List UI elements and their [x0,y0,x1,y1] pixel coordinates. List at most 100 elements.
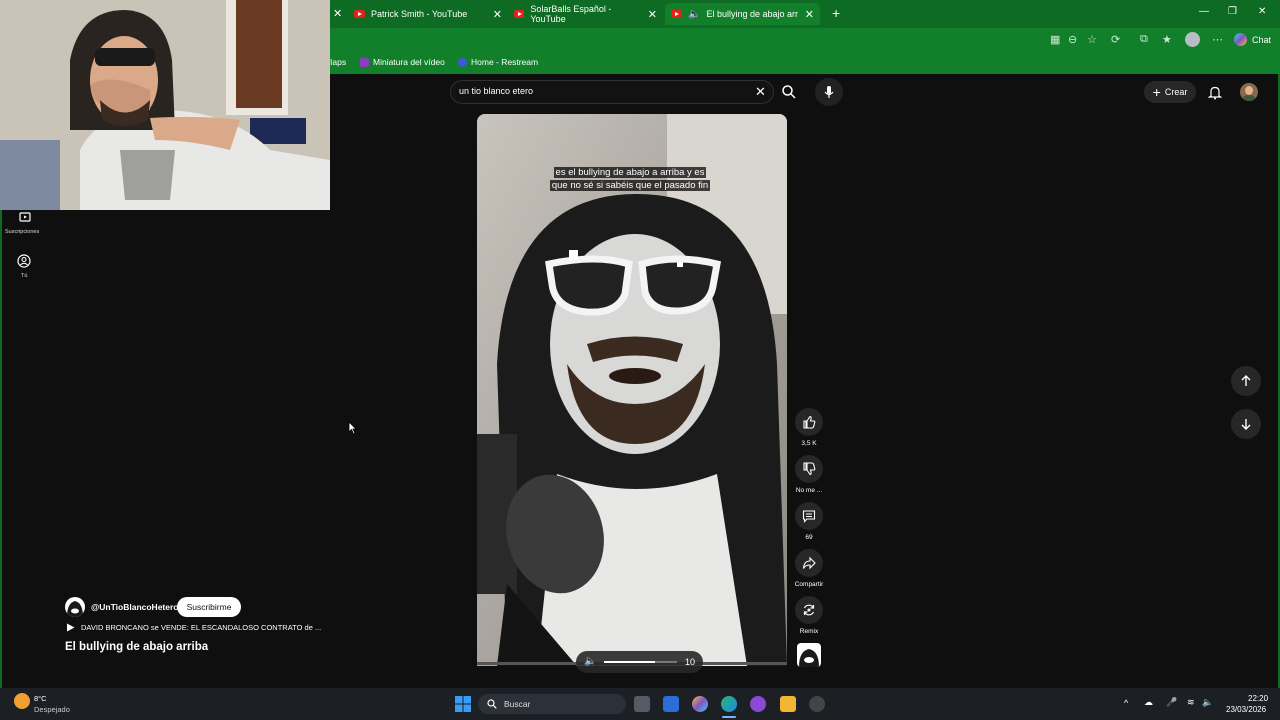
dislike-button[interactable] [795,455,823,483]
comments-count: 69 [805,534,813,541]
subscriptions-icon [19,212,31,222]
bookmark-restream[interactable]: Home - Restream [458,57,538,67]
share-button[interactable] [795,549,823,577]
bookmark-label: Home - Restream [471,57,539,67]
caption-line: es el bullying de abajo a arriba y es [553,167,707,178]
speaker-icon: 🔈 [688,8,701,20]
bookmark-favicon-icon [458,57,467,67]
apps-icon[interactable]: ▦ [1050,33,1060,46]
remix-icon [803,604,815,616]
wifi-icon[interactable]: ≋ [1187,697,1195,708]
bell-icon [1207,86,1223,100]
tab-bullying[interactable]: 🔈 El bullying de abajo arriba - Y ✕ [665,3,820,25]
plus-icon: + [1152,84,1161,100]
active-app-indicator [722,716,736,718]
restore-icon[interactable]: ❐ [1228,6,1237,17]
user-avatar[interactable] [1240,83,1258,101]
like-count: 3,5 K [801,440,817,447]
channel-logo-icon [799,649,819,667]
tab-solarballs[interactable]: SolarBalls Español - YouTube ✕ [508,3,663,25]
app-icon[interactable] [809,696,825,712]
bookmark-miniatura[interactable]: Miniatura del vídeo [360,57,445,67]
channel-thumbnail[interactable] [797,643,821,667]
tab-title: SolarBalls Español - YouTube [530,4,612,24]
volume-control[interactable]: 🔈 10 [576,651,703,673]
copilot-app-icon[interactable] [692,696,708,712]
tray-cloud-icon[interactable]: ☁ [1144,697,1153,708]
short-video-player[interactable] [477,114,787,666]
previous-short-button[interactable] [1231,366,1261,396]
arrow-up-icon [1241,375,1251,386]
weather-desc: Despejado [34,705,70,714]
tab-title: El bullying de abajo arriba - Y [706,9,799,19]
tray-chevron-icon[interactable]: ^ [1124,698,1128,708]
clock-date[interactable]: 23/03/2026 [1226,705,1266,714]
related-video-link[interactable]: DAVID BRONCANO se VENDE: EL ESCANDALOSO … [66,623,321,632]
clock-time[interactable]: 22:20 [1248,694,1268,703]
zoom-icon[interactable]: ⊖ [1068,33,1077,46]
taskbar-search[interactable]: Buscar [478,694,626,714]
notifications-button[interactable] [1207,85,1223,105]
clear-search-icon[interactable]: ✕ [755,84,766,100]
mouse-cursor-icon [348,421,357,435]
video-caption: es el bullying de abajo a arriba y es qu… [542,166,718,192]
favorites-icon[interactable]: ★ [1162,33,1172,46]
tab-close-icon[interactable]: ✕ [333,7,342,20]
channel-avatar[interactable] [65,597,85,617]
sidebar-item-you[interactable] [17,254,31,273]
search-button[interactable] [781,84,797,105]
remix-label: Remix [799,628,819,635]
close-window-icon[interactable]: ✕ [1258,6,1266,17]
sidebar-item-subscriptions[interactable] [10,210,40,229]
profile-avatar[interactable] [1185,32,1200,47]
sidebar-item-label: Tú [21,273,28,279]
you-icon [17,254,31,268]
tab-title: Patrick Smith - YouTube [371,9,468,19]
search-input[interactable]: un tio blanco etero [459,86,533,96]
weather-icon[interactable] [14,693,30,709]
thumbs-down-icon [803,462,816,476]
more-icon[interactable]: ⋯ [1212,33,1223,46]
copilot-icon[interactable] [1234,33,1247,46]
store-icon[interactable] [663,696,679,712]
subscribe-button[interactable]: Suscribirme [177,597,241,617]
channel-handle[interactable]: @UnTioBlancoHetero [91,602,178,612]
search-icon [487,699,497,709]
browser-tab-bar: ✕ Patrick Smith - YouTube ✕ SolarBalls E… [330,0,1280,28]
start-button[interactable] [455,696,471,717]
volume-slider[interactable] [604,661,677,663]
edge-icon[interactable] [721,696,737,712]
tab-close-icon[interactable]: ✕ [805,8,814,21]
tab-close-icon[interactable]: ✕ [493,8,502,21]
new-tab-icon[interactable]: + [832,5,840,21]
file-explorer-icon[interactable] [780,696,796,712]
volume-icon[interactable]: 🔈 [584,656,596,667]
tab-close-icon[interactable]: ✕ [648,8,657,21]
bookmark-favicon-icon [360,57,369,67]
dislike-label: No me ... [795,487,823,494]
volume-icon[interactable]: 🔈 [1202,697,1213,708]
tab-patrick-smith[interactable]: Patrick Smith - YouTube ✕ [348,3,508,25]
bookmark-label: Miniatura del vídeo [373,57,445,67]
search-icon [782,85,796,99]
refresh-icon[interactable]: ⟳ [1111,33,1120,46]
chat-label[interactable]: Chat [1252,35,1271,45]
voice-search-button[interactable] [815,78,843,106]
tray-microphone-icon[interactable]: 🎤 [1166,697,1177,708]
like-button[interactable] [795,408,823,436]
bookmark-maps[interactable]: Iaps [330,57,346,67]
video-frame [477,114,787,666]
minimize-icon[interactable]: — [1199,6,1209,17]
next-short-button[interactable] [1231,409,1261,439]
webcam-overlay [0,0,330,210]
microphone-icon [824,86,834,98]
remix-button[interactable] [795,596,823,624]
comments-button[interactable] [795,502,823,530]
arrow-down-icon [1241,419,1251,430]
extensions-icon[interactable]: ⧉ [1140,33,1148,46]
proton-vpn-icon[interactable] [750,696,766,712]
task-view-icon[interactable] [634,696,650,712]
play-icon [67,623,75,632]
favorite-icon[interactable]: ☆ [1087,33,1097,46]
create-button[interactable]: + Crear [1144,81,1196,103]
